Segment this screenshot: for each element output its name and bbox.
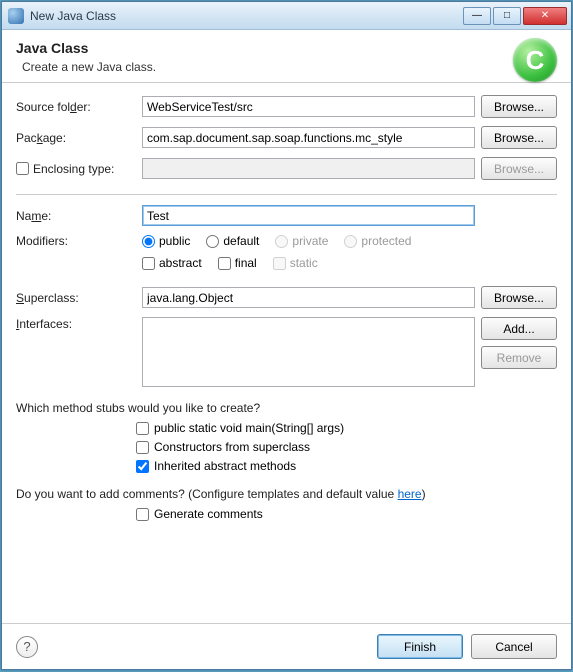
modifier-protected: protected [344, 234, 411, 248]
modifiers-checks: abstract final static [142, 256, 318, 270]
header-title: Java Class [16, 40, 557, 56]
source-folder-input[interactable] [142, 96, 475, 117]
source-folder-browse-button[interactable]: Browse... [481, 95, 557, 118]
modifier-private: private [275, 234, 328, 248]
stub-main[interactable]: public static void main(String[] args) [136, 421, 557, 435]
dialog-header: Java Class Create a new Java class. C [2, 30, 571, 83]
interfaces-add-button[interactable]: Add... [481, 317, 557, 340]
modifier-abstract[interactable]: abstract [142, 256, 202, 270]
help-button[interactable]: ? [16, 636, 38, 658]
stub-inherited[interactable]: Inherited abstract methods [136, 459, 557, 473]
generate-comments[interactable]: Generate comments [136, 507, 557, 521]
name-input[interactable] [142, 205, 475, 226]
superclass-label: Superclass: [16, 291, 136, 305]
enclosing-type-checkbox[interactable] [16, 162, 29, 175]
titlebar: New Java Class — □ ✕ [2, 2, 571, 30]
source-folder-label: Source folder: [16, 100, 136, 114]
configure-link[interactable]: here [398, 487, 422, 501]
enclosing-type-label[interactable]: Enclosing type: [16, 162, 136, 176]
window-title: New Java Class [30, 9, 463, 23]
finish-button[interactable]: Finish [377, 634, 463, 659]
modifier-default[interactable]: default [206, 234, 259, 248]
modifier-final[interactable]: final [218, 256, 257, 270]
package-input[interactable] [142, 127, 475, 148]
interfaces-listbox[interactable] [142, 317, 475, 387]
divider [16, 194, 557, 195]
modifier-public[interactable]: public [142, 234, 190, 248]
header-subtitle: Create a new Java class. [22, 60, 557, 74]
minimize-button[interactable]: — [463, 7, 491, 25]
dialog-body: Source folder: Browse... Package: Browse… [2, 83, 571, 623]
window-controls: — □ ✕ [463, 7, 567, 25]
stub-constructors[interactable]: Constructors from superclass [136, 440, 557, 454]
interfaces-remove-button: Remove [481, 346, 557, 369]
modifiers-label: Modifiers: [16, 234, 136, 248]
stubs-question: Which method stubs would you like to cre… [16, 401, 557, 415]
enclosing-type-input [142, 158, 475, 179]
superclass-browse-button[interactable]: Browse... [481, 286, 557, 309]
class-icon: C [513, 38, 557, 82]
superclass-input[interactable] [142, 287, 475, 308]
enclosing-type-browse-button: Browse... [481, 157, 557, 180]
close-button[interactable]: ✕ [523, 7, 567, 25]
maximize-button[interactable]: □ [493, 7, 521, 25]
package-browse-button[interactable]: Browse... [481, 126, 557, 149]
dialog-window: New Java Class — □ ✕ Java Class Create a… [1, 1, 572, 670]
dialog-footer: ? Finish Cancel [2, 623, 571, 669]
app-icon [8, 8, 24, 24]
package-label: Package: [16, 131, 136, 145]
modifiers-radios: public default private protected [142, 234, 411, 248]
comments-question: Do you want to add comments? (Configure … [16, 487, 557, 501]
name-label: Name: [16, 209, 136, 223]
modifier-static: static [273, 256, 318, 270]
cancel-button[interactable]: Cancel [471, 634, 557, 659]
interfaces-label: Interfaces: [16, 317, 136, 331]
